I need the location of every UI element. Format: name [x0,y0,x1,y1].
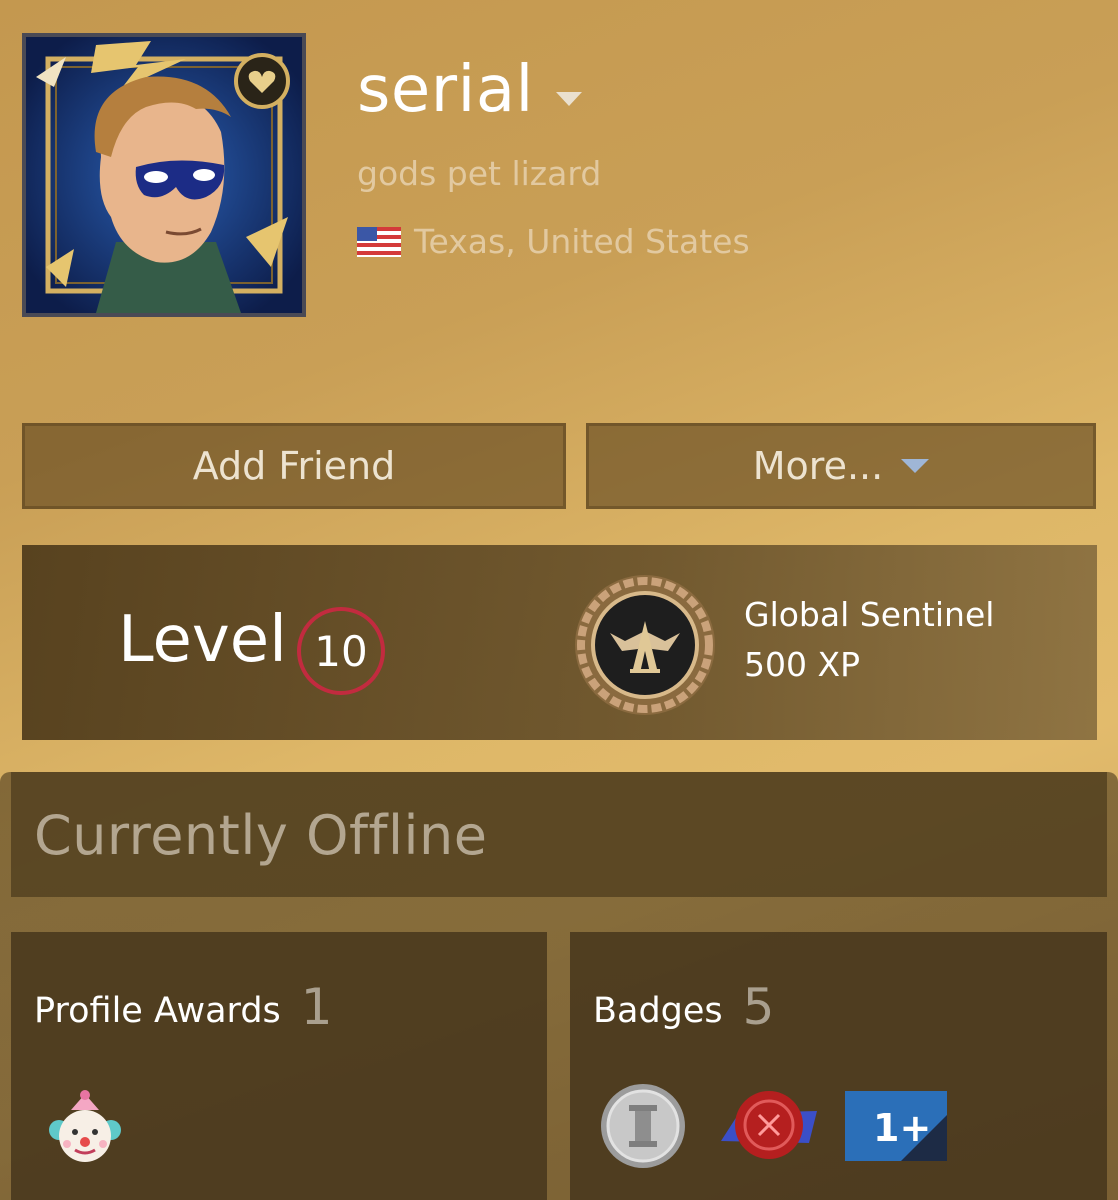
profile-awards-count: 1 [300,978,333,1036]
more-button[interactable]: More... [586,423,1096,509]
clown-award-icon[interactable] [47,1090,123,1168]
real-name: gods pet lizard [357,154,602,193]
status-text: Currently Offline [34,804,488,867]
featured-badge-name: Global Sentinel [744,595,995,634]
chevron-down-icon[interactable] [555,92,582,106]
level-badge[interactable]: 10 [297,607,385,695]
us-flag-icon [357,226,401,257]
badges-label: Badges [593,991,723,1031]
global-sentinel-emblem-icon[interactable] [570,571,720,719]
level-value: 10 [314,626,368,676]
avatar[interactable] [22,33,306,317]
location: Texas, United States [357,222,750,261]
svg-text:1+: 1+ [873,1106,931,1150]
silver-pillar-badge-icon[interactable] [597,1083,689,1169]
add-friend-button[interactable]: Add Friend [22,423,566,509]
wax-seal-badge-icon[interactable] [717,1083,821,1169]
add-friend-label: Add Friend [192,444,396,488]
profile-awards-label: Profile Awards [34,991,281,1031]
status-box: Currently Offline [11,772,1107,897]
badge-list: 1+ [597,1083,947,1169]
more-label: More... [752,444,884,488]
one-plus-badge-icon[interactable]: 1+ [845,1091,947,1161]
level-label: Level [118,603,287,677]
badges-count: 5 [742,978,775,1036]
persona-name: serial [357,53,534,127]
featured-badge-xp: 500 XP [744,645,860,684]
hero-avatar-icon [26,37,302,313]
profile-awards-title: Profile Awards 1 [34,978,333,1036]
badges-title: Badges 5 [593,978,774,1036]
level-panel: Level 10 Global Sentinel 500 XP [22,545,1097,740]
profile-main-panel: Currently Offline Profile Awards 1 Badges… [0,772,1118,1200]
location-text: Texas, United States [414,222,750,261]
persona-name-row: serial [357,52,582,128]
chevron-down-icon [901,459,930,473]
